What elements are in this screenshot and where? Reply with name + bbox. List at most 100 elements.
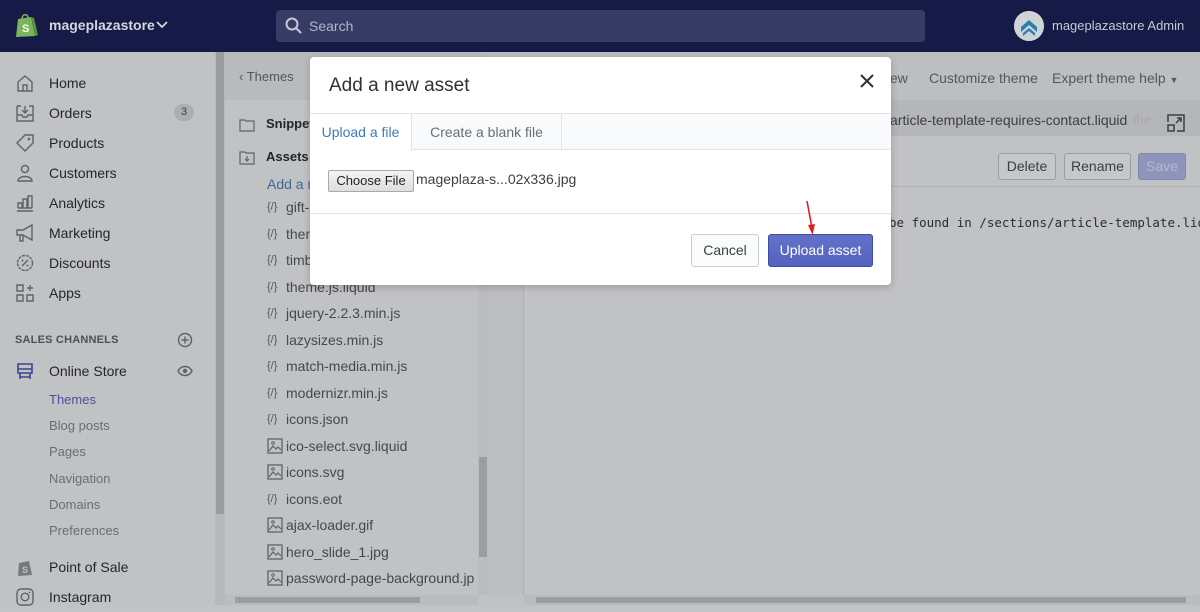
- asset-file-name: ajax-loader.gif: [286, 517, 374, 533]
- store-icon: [17, 363, 33, 379]
- image-file-icon: [267, 517, 283, 533]
- code-file-icon: {/}: [267, 254, 278, 266]
- asset-file-item[interactable]: password-page-background.jp: [267, 568, 487, 590]
- sidebar-item-instagram[interactable]: Instagram: [0, 582, 215, 612]
- code-file-icon: {/}: [267, 280, 278, 293]
- save-button[interactable]: Save: [1138, 153, 1186, 180]
- eye-icon[interactable]: [177, 364, 193, 378]
- code-file-icon: {/}: [267, 333, 278, 346]
- search-input[interactable]: Search: [276, 10, 925, 42]
- selected-file-name: mageplaza-s...02x336.jpg: [416, 171, 577, 187]
- code-file-icon: {/}: [267, 360, 278, 372]
- sidebar-item-label: Discounts: [49, 255, 111, 271]
- sidebar-item-label: Orders: [49, 105, 92, 121]
- asset-file-name: password-page-background.jp: [286, 570, 475, 586]
- asset-file-item[interactable]: {/} jquery-2.2.3.min.js: [267, 303, 487, 325]
- image-file-icon: [267, 543, 283, 560]
- close-icon[interactable]: [858, 72, 876, 90]
- sidebar-subitem-navigation[interactable]: Navigation: [49, 471, 110, 486]
- sidebar-item-label: Home: [49, 75, 87, 91]
- sidebar-item-label: Online Store: [49, 363, 127, 379]
- asset-file-item[interactable]: {/} match-media.min.js: [267, 356, 487, 378]
- asset-file-item[interactable]: icons.svg: [267, 462, 487, 484]
- top-bar: S mageplazastore Search mageplazastore A…: [0, 0, 1200, 52]
- asset-file-name: ico-select.svg.liquid: [286, 437, 408, 454]
- asset-file-name: icons.eot: [286, 490, 343, 507]
- asset-file-name: jquery-2.2.3.min.js: [286, 305, 401, 321]
- rename-button[interactable]: Rename: [1064, 153, 1131, 180]
- sidebar-subitem-preferences[interactable]: Preferences: [49, 523, 119, 538]
- person-icon: [17, 164, 33, 182]
- asset-file-item[interactable]: hero_slide_1.jpg: [267, 542, 487, 564]
- editor-hscrollbar-thumb[interactable]: [536, 597, 1186, 603]
- sidebar-item-label: Point of Sale: [49, 559, 129, 575]
- sidebar-item-discounts[interactable]: Discounts: [0, 248, 215, 278]
- expert-theme-help-link[interactable]: Expert theme help ▼: [1052, 70, 1178, 86]
- second-file-tab[interactable]: the: [1133, 112, 1151, 127]
- asset-file-item[interactable]: ico-select.svg.liquid: [267, 436, 487, 458]
- sidebar-item-label: Products: [49, 135, 105, 151]
- admin-name[interactable]: mageplazastore Admin: [1052, 18, 1184, 33]
- sidebar-scrollbar-thumb[interactable]: [216, 52, 224, 514]
- asset-file-item[interactable]: {/} modernizr.min.js: [267, 383, 487, 405]
- sidebar-scrollbar[interactable]: [215, 52, 225, 605]
- search-icon: [285, 17, 302, 34]
- asset-file-item[interactable]: {/} icons.json: [267, 409, 487, 431]
- tab-upload-file[interactable]: Upload a file: [310, 114, 412, 151]
- sidebar-item-label: Analytics: [49, 195, 106, 211]
- cancel-button[interactable]: Cancel: [691, 234, 759, 267]
- code-line[interactable]: be found in /sections/article-template.l…: [889, 215, 1200, 230]
- sidebar-item-point-of-sale[interactable]: S Point of Sale: [0, 552, 215, 582]
- asset-file-name: match-media.min.js: [286, 358, 408, 374]
- editor-hscrollbar[interactable]: [524, 595, 1200, 605]
- apps-icon: [16, 284, 34, 302]
- modal-tabs: Upload a file Create a blank file: [310, 113, 891, 151]
- sidebar: Home Orders 3 Products Customers Analyti…: [0, 52, 215, 606]
- asset-file-item[interactable]: {/} lazysizes.min.js: [267, 330, 487, 352]
- avatar[interactable]: [1014, 11, 1044, 41]
- back-to-themes-link[interactable]: ‹ Themes: [239, 69, 294, 84]
- sidebar-item-products[interactable]: Products: [0, 128, 215, 158]
- expand-icon[interactable]: [1166, 113, 1186, 133]
- asset-file-name: hero_slide_1.jpg: [286, 543, 389, 560]
- open-file-tab[interactable]: article-template-requires-contact.liquid: [890, 112, 1127, 128]
- shopify-logo-icon[interactable]: S: [14, 12, 38, 38]
- sidebar-item-orders[interactable]: Orders 3: [0, 98, 215, 128]
- sidebar-subitem-blog-posts[interactable]: Blog posts: [49, 418, 110, 433]
- folder-icon: [239, 119, 255, 132]
- add-channel-icon[interactable]: [177, 332, 193, 348]
- delete-button[interactable]: Delete: [998, 153, 1056, 180]
- choose-file-button[interactable]: Choose File: [328, 170, 414, 192]
- instagram-icon: [16, 588, 34, 606]
- customize-theme-link[interactable]: Customize theme: [929, 70, 1038, 86]
- modal-title: Add a new asset: [329, 75, 470, 96]
- folder-open-icon: [239, 151, 255, 165]
- asset-file-item[interactable]: ajax-loader.gif: [267, 515, 487, 537]
- tab-create-blank-file[interactable]: Create a blank file: [412, 114, 562, 150]
- sidebar-item-apps[interactable]: Apps: [0, 278, 215, 308]
- sidebar-subitem-domains[interactable]: Domains: [49, 497, 100, 512]
- home-icon: [17, 75, 33, 92]
- sidebar-subitem-pages[interactable]: Pages: [49, 444, 86, 459]
- svg-text:S: S: [22, 565, 28, 575]
- file-list-hscrollbar-thumb[interactable]: [235, 597, 420, 603]
- sidebar-item-marketing[interactable]: Marketing: [0, 218, 215, 248]
- code-file-icon: {/}: [267, 386, 278, 399]
- sidebar-subitem-themes[interactable]: Themes: [49, 392, 96, 407]
- sidebar-item-label: Apps: [49, 285, 81, 301]
- orders-icon: [16, 105, 34, 122]
- sidebar-item-home[interactable]: Home: [0, 68, 215, 98]
- discount-icon: [16, 254, 34, 272]
- asset-file-item[interactable]: {/} icons.eot: [267, 489, 487, 511]
- image-file-icon: [267, 570, 283, 586]
- chevron-down-icon[interactable]: [155, 17, 169, 31]
- store-name[interactable]: mageplazastore: [49, 17, 155, 33]
- sidebar-item-analytics[interactable]: Analytics: [0, 188, 215, 218]
- sidebar-item-customers[interactable]: Customers: [0, 158, 215, 188]
- upload-asset-button[interactable]: Upload asset: [768, 234, 873, 267]
- code-file-icon: {/}: [267, 492, 278, 505]
- file-list-hscrollbar[interactable]: [225, 595, 478, 605]
- expert-help-label: Expert theme help: [1052, 70, 1166, 86]
- file-list-scrollbar-thumb[interactable]: [479, 457, 487, 557]
- annotation-arrow-icon: [806, 200, 815, 235]
